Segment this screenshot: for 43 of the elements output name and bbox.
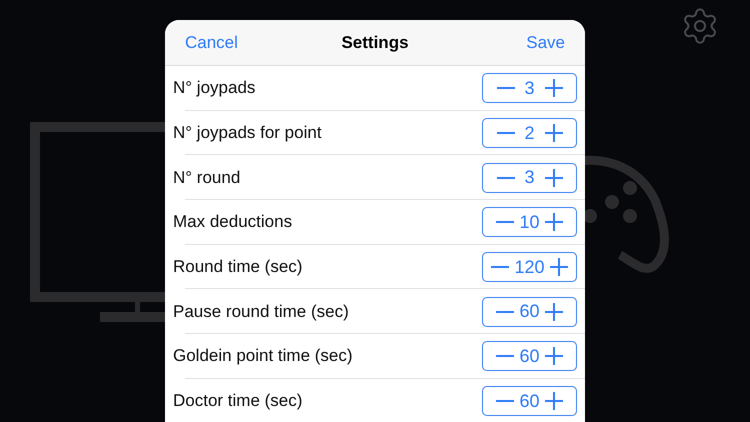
plus-icon (544, 124, 562, 142)
minus-icon (496, 132, 514, 134)
minus-icon (496, 87, 514, 90)
setting-label: Round time (sec) (173, 257, 302, 278)
plus-icon (544, 347, 563, 366)
increment-button[interactable] (542, 77, 564, 100)
increment-button[interactable] (542, 122, 564, 144)
minus-icon (496, 176, 514, 179)
stepper-value: 60 (519, 301, 540, 322)
plus-icon (544, 392, 563, 410)
stepper-value: 3 (523, 78, 536, 99)
increment-button[interactable] (542, 166, 564, 189)
setting-label: N° joypads (173, 78, 256, 98)
minus-icon (491, 266, 510, 268)
cancel-button[interactable]: Cancel (185, 32, 238, 52)
increment-button[interactable] (542, 211, 565, 234)
stepper-value: 2 (523, 122, 536, 144)
setting-label: Doctor time (sec) (173, 391, 302, 412)
increment-button[interactable] (542, 390, 565, 412)
stepper-value: 3 (523, 167, 536, 188)
plus-icon (544, 213, 563, 232)
minus-icon (496, 221, 514, 224)
setting-label: N° round (173, 168, 240, 188)
setting-label: Max deductions (173, 212, 292, 232)
save-button[interactable]: Save (526, 32, 565, 52)
dialog-title: Settings (341, 32, 409, 52)
plus-icon (544, 302, 563, 321)
minus-icon (496, 400, 514, 402)
minus-icon (496, 310, 514, 313)
increment-button[interactable] (542, 345, 565, 368)
increment-button[interactable] (548, 256, 570, 278)
minus-icon (496, 355, 514, 358)
stepper-value: 60 (519, 346, 540, 367)
setting-label: Goldein point time (sec) (173, 346, 353, 366)
stepper-value: 120 (514, 256, 545, 278)
stepper-value: 60 (519, 390, 540, 412)
setting-label: Pause round time (sec) (173, 302, 349, 322)
plus-icon (544, 79, 562, 98)
stepper-value: 10 (519, 212, 540, 233)
increment-button[interactable] (542, 300, 565, 323)
setting-label: N° joypads for point (173, 123, 322, 144)
plus-icon (544, 168, 562, 187)
plus-icon (550, 258, 568, 276)
